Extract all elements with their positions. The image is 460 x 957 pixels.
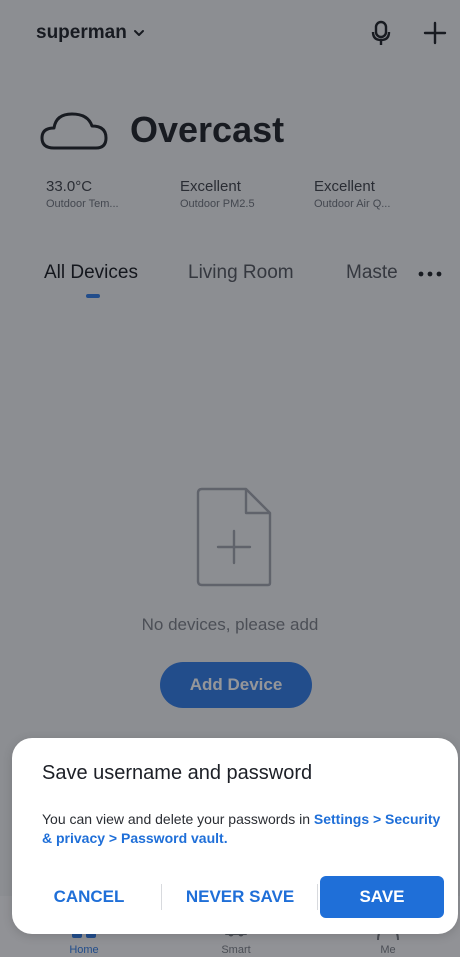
save-password-dialog: Save username and password You can view … — [12, 738, 458, 934]
button-divider — [317, 884, 318, 910]
never-save-button[interactable]: NEVER SAVE — [170, 876, 310, 918]
button-divider — [161, 884, 162, 910]
dialog-message-text: You can view and delete your passwords i… — [42, 811, 314, 827]
cancel-button[interactable]: CANCEL — [26, 876, 152, 918]
save-button[interactable]: SAVE — [320, 876, 444, 918]
dialog-message: You can view and delete your passwords i… — [42, 810, 442, 848]
dialog-title: Save username and password — [42, 762, 313, 784]
